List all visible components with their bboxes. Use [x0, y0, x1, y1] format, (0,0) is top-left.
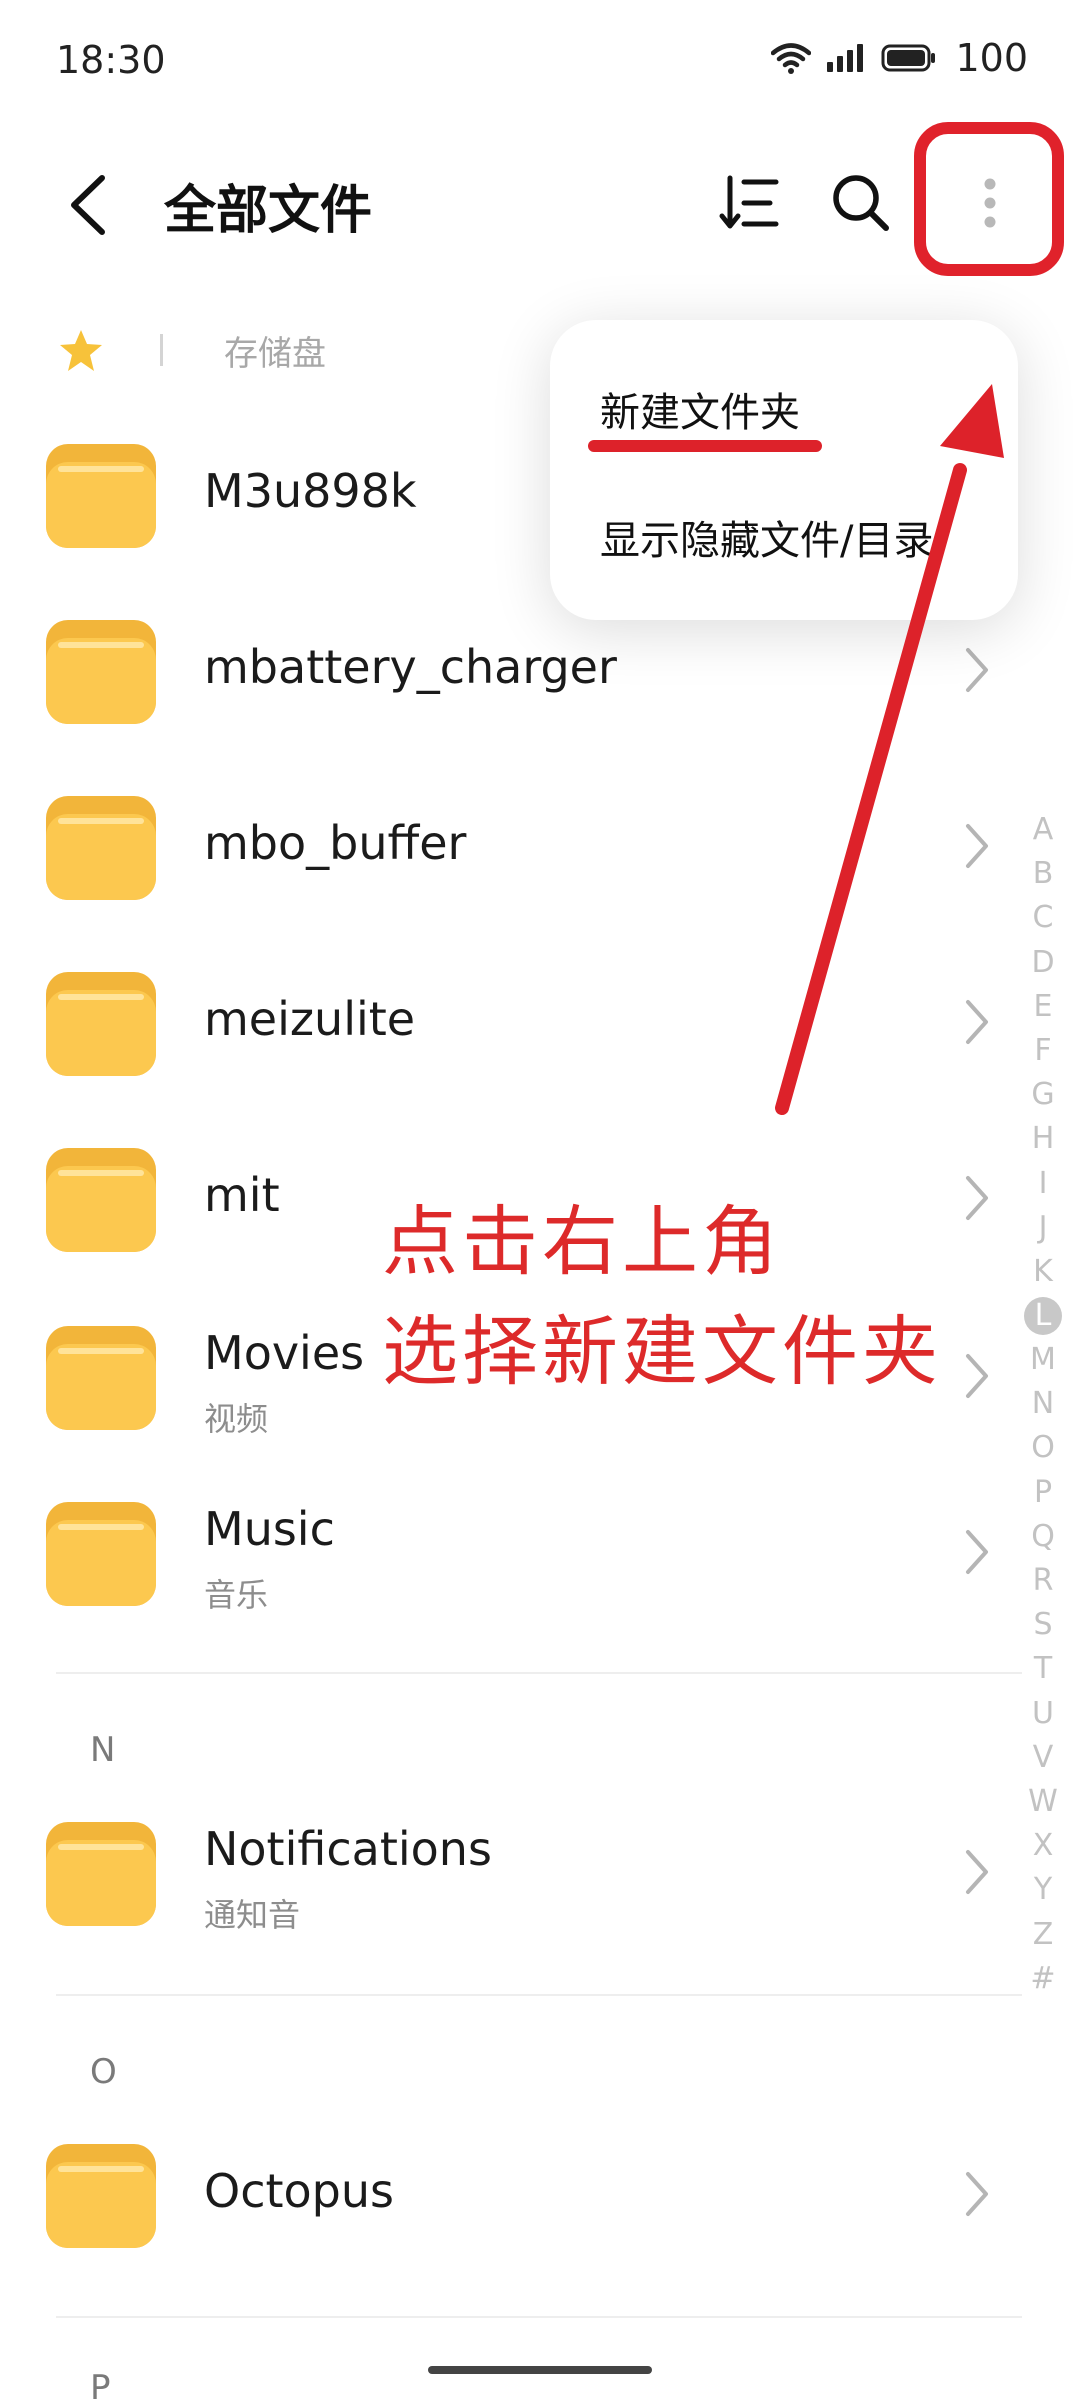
- index-letter[interactable]: X: [1024, 1824, 1062, 1868]
- index-letter[interactable]: O: [1024, 1426, 1062, 1470]
- chevron-right-icon: [962, 1350, 992, 1402]
- section-divider: [56, 1994, 1022, 1996]
- folder-name: Octopus: [204, 2164, 394, 2218]
- annotation-arrow-icon: [775, 384, 1004, 1115]
- index-letter[interactable]: S: [1024, 1603, 1062, 1647]
- annotation-line-2: 选择新建文件夹: [382, 1307, 942, 1396]
- index-letter[interactable]: W: [1024, 1780, 1062, 1824]
- chevron-right-icon: [962, 2168, 992, 2220]
- folder-name: Notifications: [204, 1822, 492, 1876]
- list-item[interactable]: Notifications 通知音: [0, 1814, 1010, 1990]
- list-item[interactable]: Octopus: [0, 2136, 1010, 2312]
- index-letter[interactable]: M: [1024, 1338, 1062, 1382]
- folder-icon: [44, 1814, 158, 1928]
- folder-icon: [44, 1318, 158, 1432]
- index-letter[interactable]: K: [1024, 1250, 1062, 1294]
- section-header-o: O: [90, 2052, 117, 2092]
- index-letter[interactable]: J: [1024, 1206, 1062, 1250]
- folder-icon: [44, 2136, 158, 2250]
- index-letter[interactable]: Y: [1024, 1868, 1062, 1912]
- folder-subtitle: 通知音: [204, 1896, 301, 1934]
- index-letter[interactable]: P: [1024, 1471, 1062, 1515]
- section-header-p: P: [90, 2368, 111, 2408]
- index-letter[interactable]: R: [1024, 1559, 1062, 1603]
- section-divider: [56, 1672, 1022, 1674]
- home-indicator[interactable]: [428, 2366, 652, 2374]
- index-letter[interactable]: T: [1024, 1647, 1062, 1691]
- chevron-right-icon: [962, 1846, 992, 1898]
- list-item[interactable]: Music 音乐: [0, 1494, 1010, 1670]
- index-letter[interactable]: N: [1024, 1382, 1062, 1426]
- section-divider: [56, 2316, 1022, 2318]
- folder-name: Movies: [204, 1326, 365, 1380]
- index-letter[interactable]: Z: [1024, 1913, 1062, 1957]
- annotation-line-1: 点击右上角: [382, 1197, 782, 1286]
- index-letter[interactable]: U: [1024, 1692, 1062, 1736]
- folder-subtitle: 视频: [204, 1400, 269, 1438]
- chevron-right-icon: [962, 1526, 992, 1578]
- folder-icon: [44, 1494, 158, 1608]
- folder-name: Music: [204, 1502, 335, 1556]
- folder-subtitle: 音乐: [204, 1576, 269, 1614]
- index-letter[interactable]: V: [1024, 1736, 1062, 1780]
- index-letter[interactable]: L: [1024, 1297, 1062, 1336]
- section-header-n: N: [90, 1730, 116, 1770]
- index-letter[interactable]: Q: [1024, 1515, 1062, 1559]
- index-letter[interactable]: #: [1024, 1957, 1062, 2001]
